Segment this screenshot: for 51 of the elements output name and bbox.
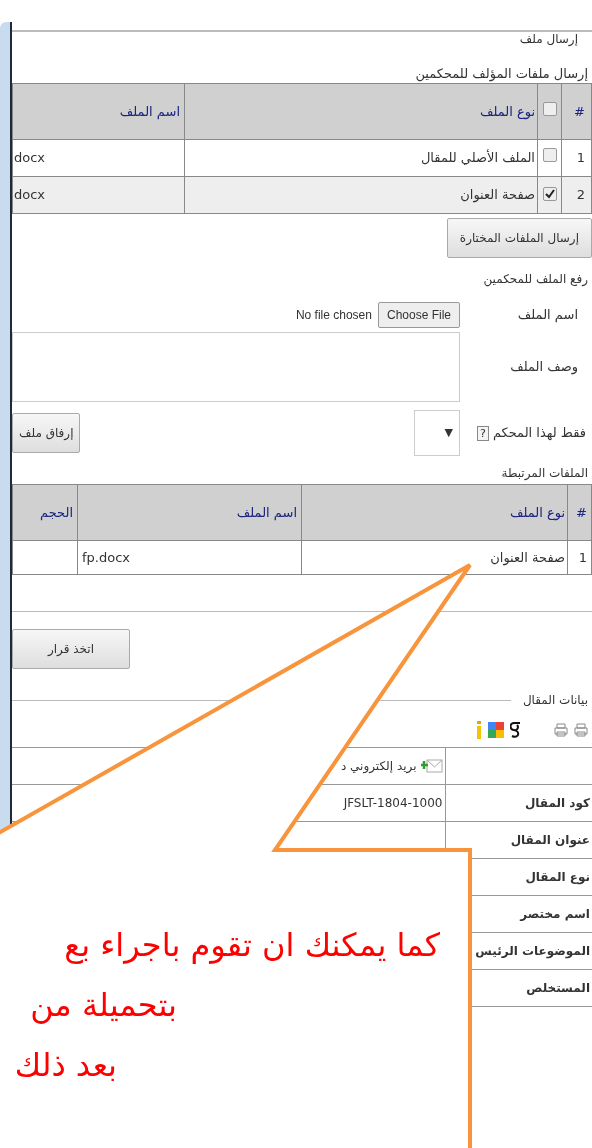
column-header: الحجم — [40, 504, 73, 520]
callout-text: كما يمكنك ان تقوم باجراء بع — [64, 925, 440, 965]
row-number: 2 — [576, 187, 585, 203]
checkbox[interactable] — [542, 101, 557, 116]
table-cell: صفحة العنوان — [460, 187, 535, 203]
file-status: No file chosen — [295, 307, 372, 324]
field-label: اسم الملف — [517, 307, 578, 323]
field-label: اسم مختصر — [520, 907, 590, 921]
table-cell: الملف الأصلي للمقال — [420, 150, 535, 166]
section-legend: بيانات المقال — [522, 691, 588, 709]
email-link[interactable]: بريد إلكتروني د — [340, 757, 417, 775]
row-number: 1 — [576, 150, 585, 166]
section-title: إرسال ملف — [519, 32, 578, 46]
help-icon[interactable]: ? — [477, 425, 489, 441]
column-header: نوع الملف — [509, 504, 565, 520]
checkbox[interactable] — [542, 187, 557, 202]
table-cell: صفحة العنوان — [490, 549, 565, 565]
attach-file-button[interactable]: إرفاق ملف — [12, 413, 81, 453]
field-label: نوع المقال — [525, 870, 590, 884]
checkbox[interactable] — [542, 148, 557, 163]
field-label: وصف الملف — [510, 359, 578, 375]
column-header: اسم الملف — [236, 504, 297, 520]
callout-text: بتحميلة من — [30, 985, 177, 1025]
column-header: # — [574, 103, 585, 119]
choose-file-button[interactable]: Choose File — [377, 302, 460, 328]
field-label: الموضوعات الرئيس — [475, 944, 590, 958]
column-header: # — [576, 504, 587, 520]
print-icon[interactable] — [554, 723, 568, 737]
field-label: المستخلص — [526, 981, 590, 995]
callout-text: بعد ذلك — [14, 1045, 117, 1085]
bookmark-icon[interactable] — [488, 722, 504, 738]
decision-button[interactable]: اتخذ قرار — [12, 629, 130, 669]
info-icon[interactable] — [476, 721, 482, 739]
column-header: نوع الملف — [479, 103, 535, 119]
row-number: 1 — [578, 549, 587, 565]
section-title: الملفات المرتبطة — [501, 466, 588, 480]
field-value: JFSLT-1804-1000 — [343, 796, 443, 810]
mail-add-icon[interactable] — [420, 759, 443, 773]
table-cell: docx — [14, 187, 46, 203]
reviewer-dropdown[interactable]: ▼ — [414, 410, 460, 456]
field-label: فقط لهذا المحكم — [492, 424, 586, 443]
table-cell: docx — [14, 150, 46, 166]
section-title: إرسال ملفات المؤلف للمحكمين — [415, 66, 588, 81]
send-files-button[interactable]: إرسال الملفات المختارة — [446, 218, 592, 258]
field-label: عنوان المقال — [510, 833, 590, 847]
print-icon[interactable] — [574, 723, 588, 737]
description-field[interactable] — [12, 332, 460, 402]
table-cell: fp.docx — [82, 549, 130, 565]
section-title: رفع الملف للمحكمين — [483, 272, 588, 286]
column-header: اسم الملف — [119, 103, 180, 119]
field-label: كود المقال — [524, 796, 590, 810]
